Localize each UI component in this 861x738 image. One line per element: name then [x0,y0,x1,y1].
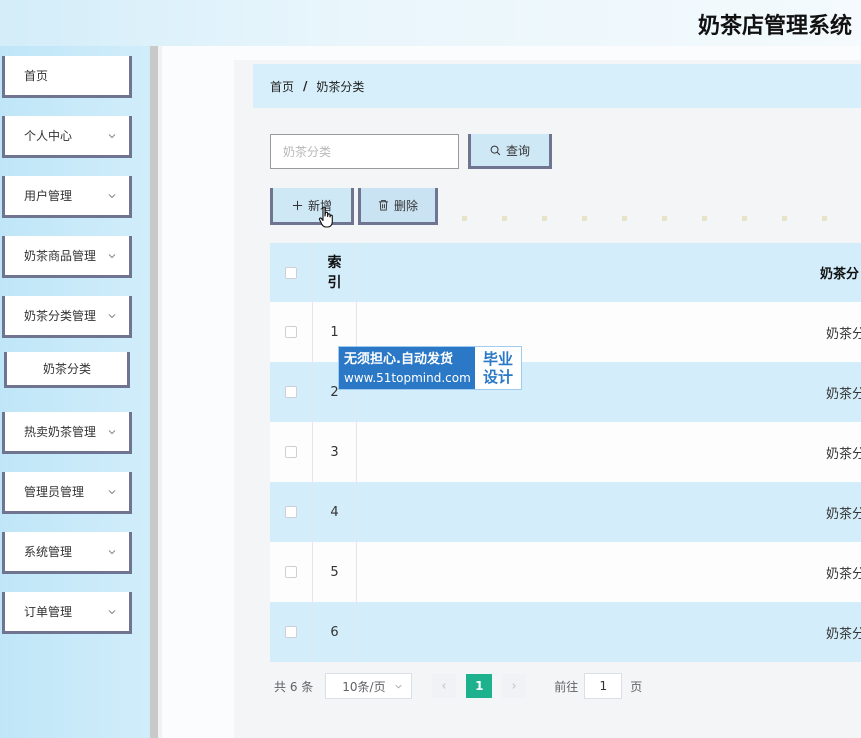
header-index: 索引 [313,243,357,302]
sidebar-item-label: 个人中心 [24,129,73,143]
row-index: 5 [313,542,357,602]
sidebar-item-users[interactable]: 用户管理 [2,176,132,218]
breadcrumb: 首页 / 奶茶分类 [253,64,861,108]
sidebar-item-label: 系统管理 [24,545,73,559]
page-number-current[interactable]: 1 [466,674,493,698]
row-checkbox-cell [270,602,313,662]
row-name: 奶茶分 [826,506,861,522]
row-name: 奶茶分 [826,446,861,462]
row-name: 奶茶分 [826,326,861,342]
breadcrumb-current: 奶茶分类 [316,79,365,94]
add-button[interactable]: 新增 [270,188,354,225]
search-button[interactable]: 查询 [468,134,552,169]
search-input[interactable] [270,134,459,169]
page-size-value: 10条/页 [342,679,386,694]
sidebar-item-categories[interactable]: 奶茶分类管理 [2,296,132,338]
row-checkbox[interactable] [285,326,297,338]
sidebar-item-system[interactable]: 系统管理 [2,532,132,574]
sidebar-item-admins[interactable]: 管理员管理 [2,472,132,514]
sidebar-subitem-label: 奶茶分类 [42,362,91,376]
delete-button-label: 删除 [393,198,418,213]
sidebar-item-hot-products[interactable]: 热卖奶茶管理 [2,412,132,454]
hand-cursor-icon [318,206,333,228]
delete-button[interactable]: 删除 [358,188,438,225]
chevron-down-icon [108,549,116,554]
row-checkbox[interactable] [285,386,297,398]
row-name: 奶茶分 [826,626,861,642]
sidebar-item-orders[interactable]: 订单管理 [2,592,132,634]
sidebar-item-label: 奶茶商品管理 [24,249,97,263]
sidebar-item-label: 首页 [24,69,49,83]
table-header: 索引 奶茶分 [270,243,861,302]
next-page-button[interactable] [502,674,527,698]
header-name: 奶茶分 [820,267,860,282]
prev-page-button[interactable] [432,674,457,698]
chevron-down-icon [108,609,116,614]
sidebar-item-label: 奶茶分类管理 [24,309,97,323]
watermark-line1: 无须担心.自动发货 [344,351,453,367]
watermark-line2: www.51topmind.com [344,370,471,385]
search-icon [490,145,501,155]
row-index: 3 [313,422,357,482]
table-row: 3 奶茶分 [270,422,861,482]
row-checkbox-cell [270,362,313,422]
watermark-text: 无须担心.自动发货 www.51topmind.com [339,347,475,389]
sidebar-item-profile[interactable]: 个人中心 [2,116,132,158]
row-checkbox[interactable] [285,446,297,458]
chevron-down-icon [108,133,116,138]
watermark-tag-line1: 毕业 [482,350,513,368]
pagination-total: 共 6 条 [274,679,314,694]
sidebar-scrollbar[interactable] [150,46,162,738]
page-size-select[interactable]: 10条/页 [325,673,413,699]
goto-unit: 页 [630,679,643,694]
category-table: 索引 奶茶分 1 奶茶分 2 奶茶分 3 奶茶分 4 奶茶分 5 奶茶分 6 奶… [270,243,861,662]
top-header: 奶茶店管理系统 [0,0,861,46]
table-row: 5 奶茶分 [270,542,861,602]
sidebar-item-home[interactable]: 首页 [2,56,132,98]
trash-icon [378,199,389,211]
row-checkbox-cell [270,542,313,602]
sidebar-item-label: 热卖奶茶管理 [24,425,97,439]
row-checkbox-cell [270,302,313,362]
chevron-down-icon [108,489,116,494]
chevron-down-icon [108,253,116,258]
header-index-label: 索引 [327,254,342,291]
watermark-tag-line2: 设计 [482,368,513,386]
header-checkbox-cell [270,243,313,302]
sidebar-item-label: 订单管理 [24,605,73,619]
row-index: 6 [313,602,357,662]
table-row: 4 奶茶分 [270,482,861,542]
decorative-dots [462,216,827,221]
chevron-down-icon [108,313,116,318]
row-name: 奶茶分 [826,386,861,402]
row-checkbox-cell [270,422,313,482]
plus-icon [292,200,303,210]
table-row: 6 奶茶分 [270,602,861,662]
chevron-left-icon [442,683,446,689]
chevron-down-icon [395,684,402,688]
row-checkbox[interactable] [285,506,297,518]
row-checkbox-cell [270,482,313,542]
row-index: 4 [313,482,357,542]
breadcrumb-home[interactable]: 首页 [270,78,294,95]
app-title: 奶茶店管理系统 [698,14,853,39]
row-checkbox[interactable] [285,626,297,638]
goto-label: 前往 [554,679,579,694]
chevron-down-icon [108,429,116,434]
sidebar-item-label: 用户管理 [24,189,73,203]
sidebar-item-label: 管理员管理 [24,485,85,499]
row-checkbox[interactable] [285,566,297,578]
goto-page-input[interactable]: 1 [584,673,623,699]
search-button-label: 查询 [505,143,530,158]
chevron-down-icon [108,193,116,198]
sidebar-subitem-category[interactable]: 奶茶分类 [4,352,130,388]
chevron-right-icon [512,683,517,689]
breadcrumb-separator: / [303,79,308,93]
watermark-badge: 无须担心.自动发货 www.51topmind.com 毕业 设计 [338,346,522,390]
row-name: 奶茶分 [826,566,861,582]
watermark-tag: 毕业 设计 [475,347,521,389]
sidebar-item-products[interactable]: 奶茶商品管理 [2,236,132,278]
pagination: 共 6 条 10条/页 1 前往 1 页 [270,673,690,699]
select-all-checkbox[interactable] [285,266,297,279]
